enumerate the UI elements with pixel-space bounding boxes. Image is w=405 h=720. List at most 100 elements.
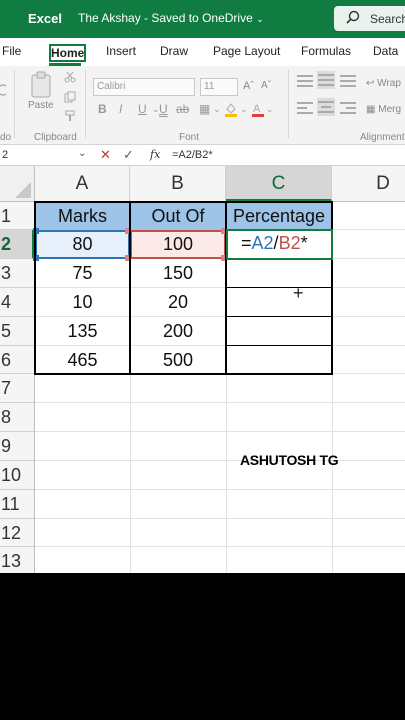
align-bottom-icon[interactable] — [340, 73, 356, 89]
formula-bar: 2 ⌄ ✕ ✓ fx =A2/B2* — [0, 145, 405, 166]
tab-file[interactable]: File — [2, 44, 21, 58]
font-name-select[interactable]: Calibri — [93, 78, 195, 96]
group-divider — [288, 70, 289, 138]
borders-icon[interactable]: ▦ — [199, 102, 210, 116]
tab-draw[interactable]: Draw — [160, 44, 188, 58]
formula-ref-a2: A2 — [251, 233, 274, 253]
chevron-down-icon[interactable]: ⌄ — [78, 148, 86, 159]
fill-color-icon[interactable] — [224, 102, 238, 120]
document-title-text: The Akshay - Saved to OneDrive — [78, 11, 253, 25]
table-border — [226, 345, 332, 346]
formula-ref-b2: B2 — [278, 233, 301, 253]
align-left-icon[interactable] — [297, 100, 313, 116]
table-border — [331, 201, 333, 375]
row-header-9[interactable]: 9 — [0, 432, 35, 461]
gridline — [35, 402, 405, 403]
row-header-12[interactable]: 12 — [0, 519, 35, 547]
table-border — [226, 287, 332, 288]
cancel-icon[interactable]: ✕ — [100, 147, 111, 163]
select-all-corner[interactable] — [0, 166, 35, 202]
tab-page-layout[interactable]: Page Layout — [213, 44, 280, 58]
table-border — [34, 201, 36, 375]
cell-b1[interactable]: Out Of — [130, 202, 226, 230]
italic-icon[interactable]: I — [119, 102, 122, 116]
document-title[interactable]: The Akshay - Saved to OneDrive ⌄ — [78, 11, 264, 25]
merge-label: Merg — [378, 104, 402, 115]
row-header-1[interactable]: 1 — [0, 202, 35, 230]
row-header-11[interactable]: 11 — [0, 490, 35, 519]
table-border — [225, 201, 227, 375]
row-header-7[interactable]: 7 — [0, 374, 35, 403]
cut-icon[interactable] — [64, 70, 76, 88]
increase-font-icon[interactable]: Aˆ — [243, 80, 254, 92]
alignment-group-label: Alignment — [360, 132, 405, 143]
row-header-4[interactable]: 4 — [0, 288, 35, 317]
confirm-icon[interactable]: ✓ — [123, 147, 134, 163]
column-header-b[interactable]: B — [130, 166, 226, 202]
title-bar: Excel The Akshay - Saved to OneDrive ⌄ S… — [0, 0, 405, 38]
wrap-text-button[interactable]: ↩ Wrap — [366, 78, 401, 89]
search-label: Search — [370, 12, 405, 26]
tab-insert[interactable]: Insert — [106, 44, 136, 58]
bold-icon[interactable]: B — [98, 102, 107, 116]
copy-icon[interactable] — [64, 90, 76, 108]
cell-a4[interactable]: 10 — [35, 288, 130, 317]
tab-data[interactable]: Data — [373, 44, 398, 58]
gridline — [35, 460, 405, 461]
cell-b6[interactable]: 500 — [130, 346, 226, 374]
row-header-10[interactable]: 10 — [0, 461, 35, 490]
cell-b5[interactable]: 200 — [130, 317, 226, 346]
cell-b3[interactable]: 150 — [130, 259, 226, 288]
tab-home[interactable]: Home — [49, 44, 87, 62]
merge-button[interactable]: ▦ Merg — [366, 104, 401, 115]
name-box[interactable]: 2 — [2, 149, 8, 161]
formula-input[interactable]: =A2/B2* — [172, 149, 213, 161]
tab-formulas[interactable]: Formulas — [301, 44, 351, 58]
cell-c2-editor[interactable]: =A2/B2* — [241, 233, 308, 254]
search-icon — [346, 10, 360, 27]
cell-a6[interactable]: 465 — [35, 346, 130, 374]
chevron-down-icon[interactable]: ⌄ — [266, 104, 274, 115]
group-divider — [85, 70, 86, 138]
gridline — [35, 431, 405, 432]
underline-icon[interactable]: U — [138, 102, 147, 116]
align-right-icon[interactable] — [340, 100, 356, 116]
row-header-8[interactable]: 8 — [0, 403, 35, 432]
chevron-down-icon: ⌄ — [256, 14, 264, 24]
undo-icon[interactable] — [0, 82, 8, 101]
chevron-down-icon[interactable]: ⌄ — [213, 104, 221, 115]
font-color-icon[interactable]: A — [252, 102, 264, 120]
chevron-down-icon[interactable]: ⌄ — [240, 104, 248, 115]
gridline — [35, 518, 405, 519]
insert-function-icon[interactable]: fx — [150, 148, 160, 161]
align-center-icon[interactable] — [317, 98, 335, 116]
row-header-6[interactable]: 6 — [0, 346, 35, 374]
gridline — [35, 489, 405, 490]
wrap-text-label: Wrap — [377, 78, 401, 89]
table-border — [129, 201, 131, 375]
row-header-3[interactable]: 3 — [0, 259, 35, 288]
cell-c1[interactable]: Percentage — [226, 202, 332, 230]
cell-a3[interactable]: 75 — [35, 259, 130, 288]
cell-b2[interactable]: 100 — [130, 230, 226, 259]
decrease-font-icon[interactable]: Aˇ — [261, 80, 271, 91]
cell-a5[interactable]: 135 — [35, 317, 130, 346]
column-header-d[interactable]: D — [332, 166, 405, 202]
font-size-select[interactable]: 11 — [200, 78, 238, 96]
search-box[interactable]: Search — [334, 6, 405, 31]
cell-b4[interactable]: 20 — [130, 288, 226, 317]
undo-group-label: do — [0, 132, 12, 143]
column-header-a[interactable]: A — [35, 166, 130, 202]
cell-a2[interactable]: 80 — [35, 230, 130, 259]
cell-a1[interactable]: Marks — [35, 202, 130, 230]
row-header-2[interactable]: 2 — [0, 230, 35, 259]
paste-label[interactable]: Paste — [28, 100, 54, 111]
align-top-icon[interactable] — [297, 73, 313, 89]
align-middle-icon[interactable] — [317, 71, 335, 89]
format-painter-icon[interactable] — [64, 109, 76, 127]
double-underline-icon[interactable]: U — [159, 102, 168, 116]
row-header-13[interactable]: 13 — [0, 547, 35, 573]
strikethrough-icon[interactable]: ab — [176, 102, 189, 116]
row-header-5[interactable]: 5 — [0, 317, 35, 346]
column-header-c[interactable]: C — [226, 166, 332, 202]
